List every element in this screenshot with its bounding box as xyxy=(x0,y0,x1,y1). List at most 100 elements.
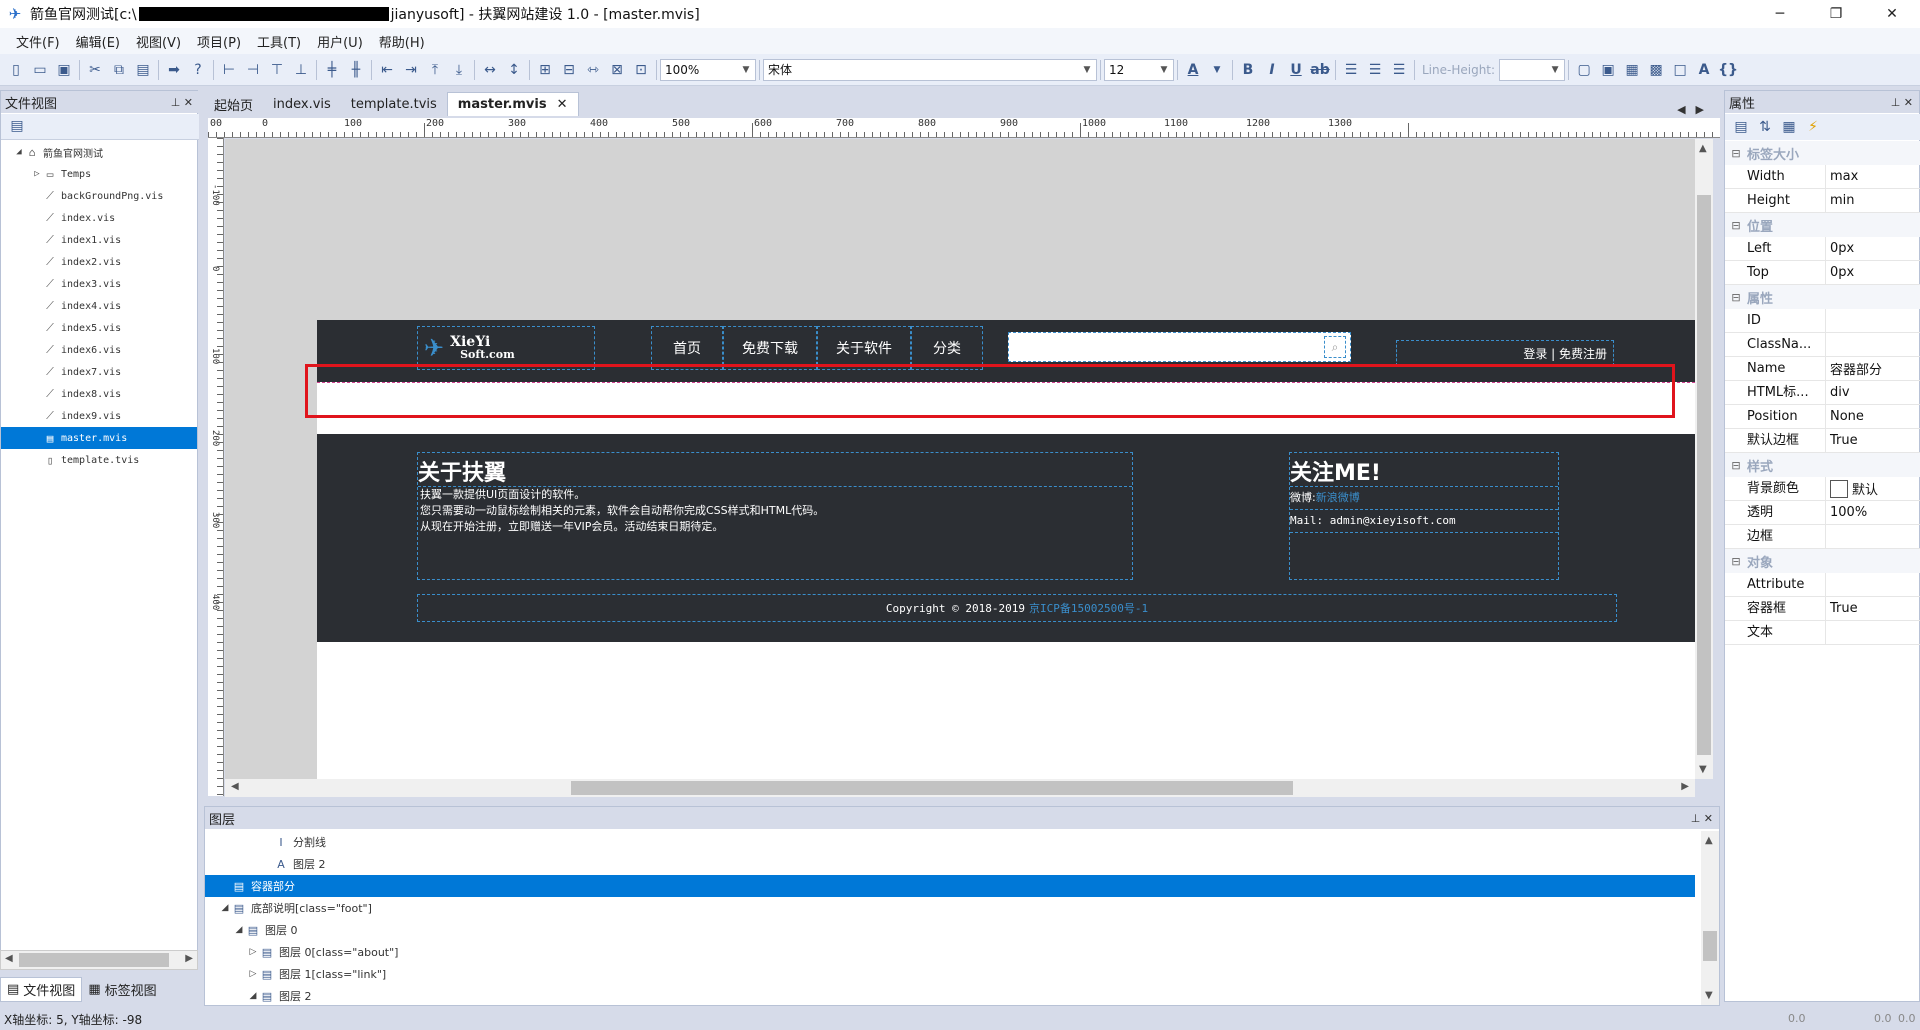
text-align-right-icon[interactable]: ☰ xyxy=(1387,58,1411,82)
tab-file-view[interactable]: ▤ 文件视图 xyxy=(0,976,83,1002)
space-horizontal-icon[interactable]: ⊞ xyxy=(533,58,557,82)
tab-template-tvis[interactable]: template.tvis xyxy=(341,92,447,116)
distribute-vertical-icon[interactable]: ⊠ xyxy=(605,58,629,82)
tree-item[interactable]: ▯ template.tvis xyxy=(1,449,197,471)
property-row[interactable]: 容器框 True xyxy=(1725,596,1920,621)
equal-width-icon[interactable]: ↔ xyxy=(478,58,502,82)
insert-box-icon[interactable]: □ xyxy=(1668,58,1692,82)
pin-icon[interactable]: ⊥ ✕ xyxy=(171,96,193,109)
layer-expander-icon[interactable]: ▷ xyxy=(247,969,259,979)
tree-item[interactable]: ⟋ backGroundPng.vis xyxy=(1,185,197,207)
tree-item[interactable]: ⟋ index2.vis xyxy=(1,251,197,273)
login-register-link[interactable]: 登录 | 免费注册 xyxy=(1396,340,1614,366)
property-category[interactable]: ⊟ 对象 xyxy=(1725,549,1920,573)
insert-code-icon[interactable]: {} xyxy=(1716,58,1740,82)
color-swatch[interactable] xyxy=(1830,479,1848,498)
insert-frame-icon[interactable]: ▣ xyxy=(1596,58,1620,82)
font-color-dropdown-icon[interactable]: ▼ xyxy=(1205,58,1229,82)
insert-grid-icon[interactable]: ▦ xyxy=(1620,58,1644,82)
run-icon[interactable]: ➡ xyxy=(162,58,186,82)
align-right-icon[interactable]: ⊣ xyxy=(241,58,265,82)
property-value[interactable]: min xyxy=(1826,193,1855,208)
follow-block[interactable]: 关注ME! 微博:新浪微博 Mail: admin@xieyisoft.com xyxy=(1289,452,1559,580)
move-up-icon[interactable]: ⤒ xyxy=(423,58,447,82)
minimize-button[interactable]: ─ xyxy=(1752,0,1808,28)
center-horizontal-icon[interactable]: ╫ xyxy=(344,58,368,82)
paste-icon[interactable]: ▤ xyxy=(131,58,155,82)
layer-row[interactable]: ▷ ▤ 图层 1[class="link"] xyxy=(205,963,1695,985)
center-vertical-icon[interactable]: ╪ xyxy=(320,58,344,82)
space-vertical-icon[interactable]: ⊟ xyxy=(557,58,581,82)
property-row[interactable]: Left 0px xyxy=(1725,236,1920,261)
property-value[interactable]: 100% xyxy=(1826,505,1867,520)
align-top-icon[interactable]: ⊤ xyxy=(265,58,289,82)
layer-row[interactable]: I 分割线 xyxy=(205,831,1695,853)
collapse-icon[interactable]: ⊟ xyxy=(1725,291,1747,304)
collapse-icon[interactable]: ⊟ xyxy=(1725,459,1747,472)
tab-start-page[interactable]: 起始页 xyxy=(204,92,263,116)
scroll-left-icon[interactable]: ◀ xyxy=(231,781,239,792)
tree-item[interactable]: ⟋ index9.vis xyxy=(1,405,197,427)
distribute-icon[interactable]: ⊡ xyxy=(629,58,653,82)
layer-expander-icon[interactable]: ◢ xyxy=(219,903,231,913)
property-row[interactable]: 透明 100% xyxy=(1725,500,1920,525)
equal-height-icon[interactable]: ↕ xyxy=(502,58,526,82)
save-icon[interactable]: ▣ xyxy=(52,58,76,82)
categorized-icon[interactable]: ▤ xyxy=(1729,115,1753,139)
scroll-right-icon[interactable]: ▶ xyxy=(185,953,193,964)
property-row[interactable]: 边框 xyxy=(1725,524,1920,549)
copy-icon[interactable]: ⧉ xyxy=(107,58,131,82)
insert-text-icon[interactable]: A xyxy=(1692,58,1716,82)
property-value[interactable]: None xyxy=(1826,409,1864,424)
tree-item[interactable]: ▷ ▭ Temps xyxy=(1,163,197,185)
pin-icon[interactable]: ⊥ ✕ xyxy=(1891,96,1913,109)
tree-item[interactable]: ⟋ index4.vis xyxy=(1,295,197,317)
property-row[interactable]: 文本 xyxy=(1725,620,1920,645)
property-value[interactable]: 0px xyxy=(1826,265,1854,280)
text-align-left-icon[interactable]: ☰ xyxy=(1339,58,1363,82)
pin-icon[interactable]: ⊥ ✕ xyxy=(1691,812,1713,825)
underline-icon[interactable]: U xyxy=(1284,58,1308,82)
property-row[interactable]: Name 容器部分 xyxy=(1725,356,1920,381)
move-down-icon[interactable]: ⤓ xyxy=(447,58,471,82)
design-canvas[interactable]: ✈ XieYi Soft.com 首页 免费下载 关于软件 分类 ⌕ 登录 | … xyxy=(225,139,1695,779)
italic-icon[interactable]: I xyxy=(1260,58,1284,82)
property-value[interactable]: True xyxy=(1826,433,1858,448)
tree-item[interactable]: ⟋ index6.vis xyxy=(1,339,197,361)
property-row[interactable]: ClassNa... xyxy=(1725,332,1920,357)
events-icon[interactable]: ⚡ xyxy=(1801,115,1825,139)
property-value[interactable]: div xyxy=(1826,385,1850,400)
bold-icon[interactable]: B xyxy=(1236,58,1260,82)
property-row[interactable]: Width max xyxy=(1725,164,1920,189)
layer-expander-icon[interactable]: ◢ xyxy=(233,925,245,935)
cut-icon[interactable]: ✂ xyxy=(83,58,107,82)
layer-row[interactable]: ◢ ▤ 图层 0 xyxy=(205,919,1695,941)
layer-row[interactable]: ◢ ▤ 底部说明[class="foot"] xyxy=(205,897,1695,919)
scroll-down-icon[interactable]: ▼ xyxy=(1705,990,1713,1001)
scroll-down-icon[interactable]: ▼ xyxy=(1699,764,1707,775)
property-category[interactable]: ⊟ 位置 xyxy=(1725,213,1920,237)
tree-item[interactable]: ⟋ index1.vis xyxy=(1,229,197,251)
menu-project[interactable]: 项目(P) xyxy=(189,32,249,51)
property-value[interactable]: 0px xyxy=(1826,241,1854,256)
property-category[interactable]: ⊟ 属性 xyxy=(1725,285,1920,309)
tree-item[interactable]: ⟋ index7.vis xyxy=(1,361,197,383)
file-properties-icon[interactable]: ▤ xyxy=(5,114,29,138)
scroll-up-icon[interactable]: ▲ xyxy=(1705,835,1713,846)
file-tree-hscrollbar[interactable]: ◀ ▶ xyxy=(0,950,198,970)
menu-tools[interactable]: 工具(T) xyxy=(249,32,309,51)
tab-nav-arrows-icon[interactable]: ◀▶ xyxy=(1677,103,1714,116)
collapse-icon[interactable]: ⊟ xyxy=(1725,555,1747,568)
menu-edit[interactable]: 编辑(E) xyxy=(68,32,128,51)
font-family-select[interactable]: 宋体 ▼ xyxy=(763,58,1097,81)
move-left-icon[interactable]: ⇤ xyxy=(375,58,399,82)
distribute-horizontal-icon[interactable]: ⇿ xyxy=(581,58,605,82)
search-icon[interactable]: ⌕ xyxy=(1324,336,1346,358)
canvas-vscrollbar[interactable]: ▲ ▼ xyxy=(1695,139,1713,779)
align-bottom-icon[interactable]: ⊥ xyxy=(289,58,313,82)
line-height-select[interactable]: ▼ xyxy=(1499,58,1566,81)
sort-alpha-icon[interactable]: ⇅ xyxy=(1753,115,1777,139)
property-pages-icon[interactable]: ▦ xyxy=(1777,115,1801,139)
layer-expander-icon[interactable]: ▷ xyxy=(247,947,259,957)
property-category[interactable]: ⊟ 样式 xyxy=(1725,453,1920,477)
